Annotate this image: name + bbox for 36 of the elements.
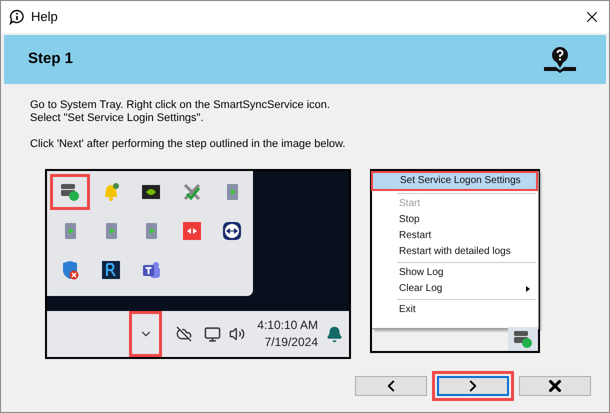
viewer-icon[interactable]: [222, 221, 242, 241]
overflow-button[interactable]: [129, 311, 162, 357]
info-bubble-icon: [9, 9, 25, 25]
server-icon[interactable]: [512, 328, 534, 350]
reader-icon[interactable]: [100, 260, 121, 280]
menu-item[interactable]: Stop: [373, 212, 538, 228]
instruction-text: Select "Set Service Login Settings".: [30, 112, 205, 125]
icon-slot[interactable]: [50, 174, 90, 210]
instruction-text: Go to System Tray. Right click on the SmartSyncService icon.: [30, 99, 331, 112]
clock-time: 4:10:10 AM: [257, 317, 318, 334]
menu-item[interactable]: Exit: [373, 302, 538, 318]
close-icon: [546, 377, 564, 395]
menu-item[interactable]: Restart with detailed logs: [373, 244, 538, 260]
remote-icon[interactable]: [182, 221, 202, 241]
help-book-icon: [542, 44, 578, 74]
back-button[interactable]: [355, 376, 427, 396]
teams-icon[interactable]: [141, 260, 162, 280]
submenu-arrow-icon: [526, 286, 530, 292]
bell-icon[interactable]: [326, 326, 343, 342]
server-icon[interactable]: [59, 181, 81, 203]
clock-date: 7/19/2024: [264, 334, 318, 351]
speaker-icon[interactable]: [229, 326, 246, 342]
monitor-icon[interactable]: [204, 326, 222, 342]
menu-item[interactable]: Restart: [373, 228, 538, 244]
menu-item[interactable]: Clear Log: [373, 281, 538, 297]
instruction-text: Click 'Next' after performing the step outlined in the image below.: [30, 138, 346, 151]
next-button[interactable]: [437, 376, 509, 396]
chip-icon[interactable]: [141, 182, 162, 202]
window-title: Help: [31, 8, 58, 26]
step-title: Step 1: [28, 49, 74, 70]
close-button[interactable]: [519, 376, 591, 396]
shield-icon[interactable]: [60, 260, 80, 280]
tools-icon[interactable]: [182, 182, 202, 202]
cloud-off-icon[interactable]: [176, 326, 192, 342]
menu-item[interactable]: Show Log: [373, 265, 538, 281]
menu-item[interactable]: Set Service Logon Settings: [371, 171, 538, 191]
